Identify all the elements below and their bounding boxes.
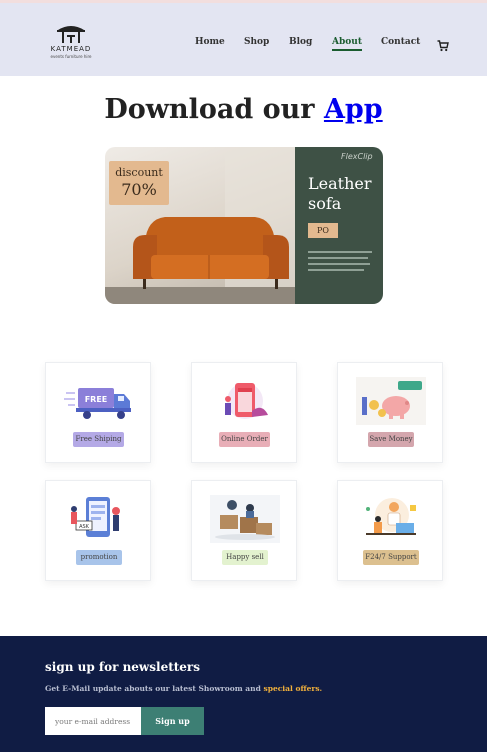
logo-tent-icon — [57, 26, 85, 43]
feature-card-save-money[interactable]: Save Money — [337, 362, 443, 463]
happy-sell-boxes-icon — [210, 495, 280, 543]
feature-label: Online Order — [219, 432, 270, 447]
banner-text-line — [308, 269, 364, 271]
site-logo[interactable]: KATMEAD events furniture hire — [38, 21, 104, 61]
banner-text-line — [308, 263, 370, 265]
feature-card-support[interactable]: F24/7 Support — [337, 480, 443, 581]
feature-card-free-shipping[interactable]: FREE Free Shiping — [45, 362, 151, 463]
svg-text:FREE: FREE — [85, 395, 108, 404]
promotion-phone-icon: ASK — [71, 497, 120, 537]
banner-heading-line2: sofa — [308, 194, 342, 213]
feature-label: Free Shiping — [73, 432, 124, 447]
feature-card-happy-sell[interactable]: Happy sell — [191, 480, 297, 581]
banner-heading-line1: Leather — [308, 174, 372, 193]
banner-text-line — [308, 251, 372, 253]
logo-name: KATMEAD — [50, 45, 92, 53]
promo-banner: discount 70% FlexClip Leather sofa PO — [105, 147, 383, 304]
nav-shop-link[interactable]: Shop — [244, 37, 269, 47]
cart-icon[interactable] — [437, 37, 449, 52]
feature-label: promotion — [76, 550, 122, 565]
free-shipping-truck-icon: FREE — [64, 388, 131, 419]
feature-card-online-order[interactable]: Online Order — [191, 362, 297, 463]
page-title: Download our App — [0, 94, 487, 125]
special-offers-highlight: special offers. — [263, 684, 323, 693]
logo-tagline: events furniture hire — [50, 54, 92, 59]
online-order-shop-icon — [225, 383, 268, 419]
signup-button[interactable]: Sign up — [141, 707, 204, 735]
nav-about-link[interactable]: About — [332, 37, 362, 51]
svg-text:ASK: ASK — [79, 524, 90, 530]
nav-blog-link[interactable]: Blog — [289, 37, 312, 47]
navbar: KATMEAD events furniture hire Home Shop … — [0, 3, 487, 76]
brand-watermark: FlexClip — [341, 152, 373, 161]
discount-value: 70% — [121, 180, 157, 199]
nav-home-link[interactable]: Home — [195, 37, 225, 47]
discount-badge: discount 70% — [109, 161, 169, 205]
banner-text-line — [308, 257, 368, 259]
banner-badge: PO — [308, 223, 338, 238]
discount-label: discount — [115, 166, 163, 179]
title-prefix: Download our — [104, 94, 315, 125]
newsletter-text: Get E-Mail update abouts our latest Show… — [45, 684, 322, 693]
feature-card-promotion[interactable]: ASK promotion — [45, 480, 151, 581]
save-money-piggy-icon — [356, 377, 426, 425]
newsletter-title: sign up for newsletters — [45, 660, 201, 674]
banner-photo: discount 70% — [105, 147, 295, 304]
email-input[interactable] — [45, 707, 141, 735]
support-agent-icon — [366, 498, 416, 535]
nav-contact-link[interactable]: Contact — [381, 37, 420, 47]
newsletter-description: Get E-Mail update abouts our latest Show… — [45, 684, 261, 693]
app-link[interactable]: App — [324, 94, 383, 125]
feature-label: Save Money — [368, 432, 414, 447]
feature-label: F24/7 Support — [363, 550, 419, 565]
feature-label: Happy sell — [222, 550, 268, 565]
